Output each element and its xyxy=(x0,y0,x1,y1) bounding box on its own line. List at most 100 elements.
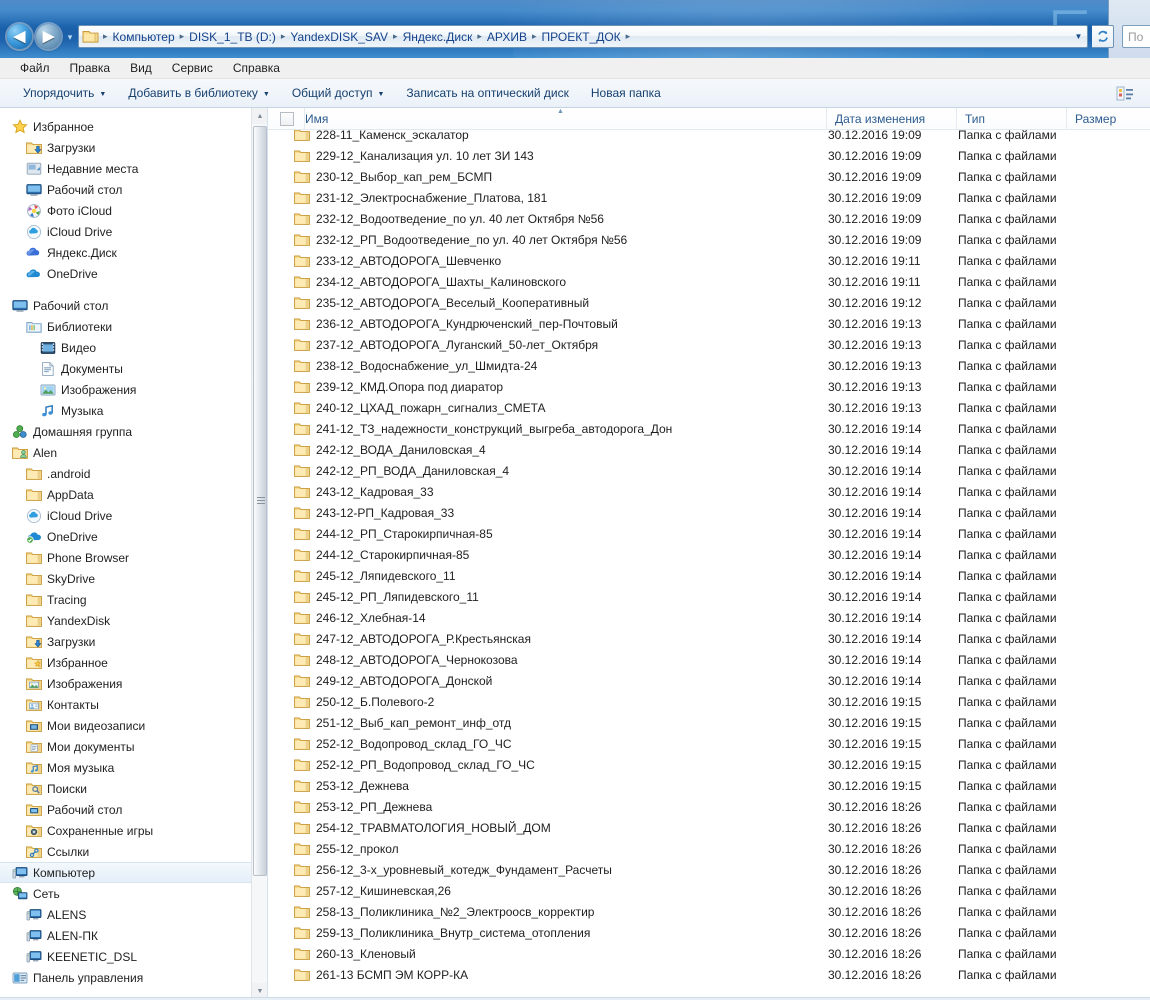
sidebar-item-документы[interactable]: Документы xyxy=(0,358,252,379)
sidebar-item-поиски[interactable]: Поиски xyxy=(0,778,252,799)
sidebar-item-моя-музыка[interactable]: Моя музыка xyxy=(0,757,252,778)
scroll-up-button[interactable]: ▲ xyxy=(252,108,267,124)
address-bar[interactable]: ▸ Компьютер ▸ DISK_1_TB (D:) ▸ YandexDIS… xyxy=(78,25,1088,48)
sidebar-item-фото-icloud[interactable]: Фото iCloud xyxy=(0,200,252,221)
table-row[interactable]: 228-11_Каменск_эскалатор 30.12.2016 19:09… xyxy=(268,130,1150,145)
table-row[interactable]: 244-12_РП_Старокирпичная-85 30.12.2016 19… xyxy=(268,523,1150,544)
sidebar-item-изображения[interactable]: Изображения xyxy=(0,673,252,694)
chevron-down-icon[interactable]: ▼ xyxy=(1070,26,1087,47)
table-row[interactable]: 238-12_Водоснабжение_ул_Шмидта-24 30.12.2… xyxy=(268,355,1150,376)
table-row[interactable]: 229-12_Канализация ул. 10 лет ЗИ 143 30.1… xyxy=(268,145,1150,166)
table-row[interactable]: 236-12_АВТОДОРОГА_Кундрюченский_пер-Почт… xyxy=(268,313,1150,334)
back-button[interactable]: ◀ xyxy=(7,24,32,49)
table-row[interactable]: 237-12_АВТОДОРОГА_Луганский_50-лет_Октяб… xyxy=(268,334,1150,355)
table-row[interactable]: 261-13 БСМП ЭМ КОРР-КА 30.12.2016 18:26 Па… xyxy=(268,964,1150,985)
new-folder-button[interactable]: Новая папка xyxy=(580,82,672,104)
column-header-name[interactable]: Имя xyxy=(304,108,826,130)
table-row[interactable]: 258-13_Поликлиника_№2_Электроосв_коррект… xyxy=(268,901,1150,922)
refresh-button[interactable] xyxy=(1092,25,1114,48)
table-row[interactable]: 253-12_Дежнева 30.12.2016 19:15 Папка с фа… xyxy=(268,775,1150,796)
sidebar-item-skydrive[interactable]: SkyDrive xyxy=(0,568,252,589)
sidebar-item-icloud-drive[interactable]: iCloud Drive xyxy=(0,505,252,526)
table-row[interactable]: 248-12_АВТОДОРОГА_Чернокозова 30.12.2016 … xyxy=(268,649,1150,670)
column-header-date[interactable]: Дата изменения xyxy=(826,108,956,130)
table-row[interactable]: 243-12_Кадровая_33 30.12.2016 19:14 Папка … xyxy=(268,481,1150,502)
table-row[interactable]: 244-12_Старокирпичная-85 30.12.2016 19:14… xyxy=(268,544,1150,565)
sidebar-item-onedrive[interactable]: OneDrive xyxy=(0,263,252,284)
forward-button[interactable]: ▶ xyxy=(36,24,61,49)
table-row[interactable]: 230-12_Выбор_кап_рем_БСМП 30.12.2016 19:0… xyxy=(268,166,1150,187)
sidebar-item-панель-управления[interactable]: Панель управления xyxy=(0,967,252,988)
sidebar-item-недавние-места[interactable]: Недавние места xyxy=(0,158,252,179)
table-row[interactable]: 241-12_ТЗ_надежности_конструкций_выгреба… xyxy=(268,418,1150,439)
sidebar-item-alen-пк[interactable]: ALEN-ПК xyxy=(0,925,252,946)
sidebar-item--android[interactable]: .android xyxy=(0,463,252,484)
recent-pages-button[interactable]: ▾ xyxy=(64,33,76,43)
sidebar-item-изображения[interactable]: Изображения xyxy=(0,379,252,400)
sidebar-item-избранное[interactable]: Избранное xyxy=(0,652,252,673)
table-row[interactable]: 242-12_ВОДА_Даниловская_4 30.12.2016 19:1… xyxy=(268,439,1150,460)
sidebar-item-яндекс-диск[interactable]: Яндекс.Диск xyxy=(0,242,252,263)
sidebar-item-keenetic-dsl[interactable]: KEENETIC_DSL xyxy=(0,946,252,967)
file-rows-viewport[interactable]: 228-11_Каменск_эскалатор 30.12.2016 19:09… xyxy=(268,130,1150,999)
table-row[interactable]: 260-13_Кленовый 30.12.2016 18:26 Папка с ф… xyxy=(268,943,1150,964)
breadcrumb-item-4[interactable]: АРХИВ xyxy=(484,28,530,46)
breadcrumb-item-0[interactable]: Компьютер xyxy=(110,28,178,46)
sidebar-item-контакты[interactable]: Контакты xyxy=(0,694,252,715)
table-row[interactable]: 239-12_КМД.Опора под диаратор 30.12.2016 … xyxy=(268,376,1150,397)
sidebar-item-домашняя-группа[interactable]: Домашняя группа xyxy=(0,421,252,442)
sidebar-item-загрузки[interactable]: Загрузки xyxy=(0,137,252,158)
table-row[interactable]: 253-12_РП_Дежнева 30.12.2016 18:26 Папка с… xyxy=(268,796,1150,817)
table-row[interactable]: 256-12_3-х_уровневый_котедж_Фундамент_Ра… xyxy=(268,859,1150,880)
menu-item-view[interactable]: Вид xyxy=(120,59,162,77)
menu-item-file[interactable]: Файл xyxy=(10,59,60,77)
share-button[interactable]: Общий доступ ▼ xyxy=(281,82,396,104)
breadcrumb-item-2[interactable]: YandexDISK_SAV xyxy=(287,28,391,46)
select-all-checkbox[interactable] xyxy=(280,111,294,126)
table-row[interactable]: 242-12_РП_ВОДА_Даниловская_4 30.12.2016 1… xyxy=(268,460,1150,481)
sidebar-item-библиотеки[interactable]: Библиотеки xyxy=(0,316,252,337)
navigation-scrollbar[interactable]: ▲ ▼ xyxy=(251,108,267,999)
scrollbar-thumb[interactable] xyxy=(253,126,267,876)
column-header-type[interactable]: Тип xyxy=(956,108,1066,130)
sidebar-item-alen[interactable]: Alen xyxy=(0,442,252,463)
table-row[interactable]: 235-12_АВТОДОРОГА_Веселый_Кооперативный 3… xyxy=(268,292,1150,313)
breadcrumb-item-1[interactable]: DISK_1_TB (D:) xyxy=(186,28,279,46)
sidebar-item-alens[interactable]: ALENS xyxy=(0,904,252,925)
table-row[interactable]: 240-12_ЦХАД_пожарн_сигнализ_СМЕТА 30.12.2… xyxy=(268,397,1150,418)
sidebar-item-yandexdisk[interactable]: YandexDisk xyxy=(0,610,252,631)
sidebar-item-загрузки[interactable]: Загрузки xyxy=(0,631,252,652)
menu-item-help[interactable]: Справка xyxy=(223,59,290,77)
organize-button[interactable]: Упорядочить ▼ xyxy=(12,82,117,104)
menu-item-edit[interactable]: Правка xyxy=(60,59,121,77)
column-header-size[interactable]: Размер xyxy=(1066,108,1150,130)
table-row[interactable]: 252-12_РП_Водопровод_склад_ГО_ЧС 30.12.20… xyxy=(268,754,1150,775)
table-row[interactable]: 245-12_Ляпидевского_11 30.12.2016 19:14 Па… xyxy=(268,565,1150,586)
burn-to-disc-button[interactable]: Записать на оптический диск xyxy=(395,82,580,104)
table-row[interactable]: 243-12-РП_Кадровая_33 30.12.2016 19:14 Пап… xyxy=(268,502,1150,523)
sidebar-item-видео[interactable]: Видео xyxy=(0,337,252,358)
table-row[interactable]: 257-12_Кишиневская,26 30.12.2016 18:26 Пап… xyxy=(268,880,1150,901)
table-row[interactable]: 245-12_РП_Ляпидевского_11 30.12.2016 19:1… xyxy=(268,586,1150,607)
table-row[interactable]: 232-12_Водоотведение_по ул. 40 лет Октяб… xyxy=(268,208,1150,229)
sidebar-item-icloud-drive[interactable]: iCloud Drive xyxy=(0,221,252,242)
change-view-button[interactable] xyxy=(1106,82,1144,105)
table-row[interactable]: 259-13_Поликлиника_Внутр_система_отоплен… xyxy=(268,922,1150,943)
table-row[interactable]: 233-12_АВТОДОРОГА_Шевченко 30.12.2016 19:… xyxy=(268,250,1150,271)
sidebar-item-ссылки[interactable]: Ссылки xyxy=(0,841,252,862)
sidebar-item-рабочий-стол[interactable]: Рабочий стол xyxy=(0,179,252,200)
table-row[interactable]: 250-12_Б.Полевого-2 30.12.2016 19:15 Папка… xyxy=(268,691,1150,712)
sidebar-item-phone-browser[interactable]: Phone Browser xyxy=(0,547,252,568)
sidebar-item-компьютер[interactable]: Компьютер xyxy=(0,862,252,883)
menu-item-tools[interactable]: Сервис xyxy=(162,59,223,77)
sidebar-item-onedrive[interactable]: OneDrive xyxy=(0,526,252,547)
table-row[interactable]: 252-12_Водопровод_склад_ГО_ЧС 30.12.2016 … xyxy=(268,733,1150,754)
sidebar-item-избранное[interactable]: Избранное xyxy=(0,116,252,137)
search-input[interactable]: По xyxy=(1122,25,1150,48)
sidebar-item-мои-видеозаписи[interactable]: Мои видеозаписи xyxy=(0,715,252,736)
table-row[interactable]: 247-12_АВТОДОРОГА_Р.Крестьянская 30.12.20… xyxy=(268,628,1150,649)
sidebar-item-appdata[interactable]: AppData xyxy=(0,484,252,505)
sidebar-item-рабочий-стол[interactable]: Рабочий стол xyxy=(0,799,252,820)
table-row[interactable]: 234-12_АВТОДОРОГА_Шахты_Калиновского 30.1… xyxy=(268,271,1150,292)
table-row[interactable]: 231-12_Электроснабжение_Платова, 181 30.1… xyxy=(268,187,1150,208)
